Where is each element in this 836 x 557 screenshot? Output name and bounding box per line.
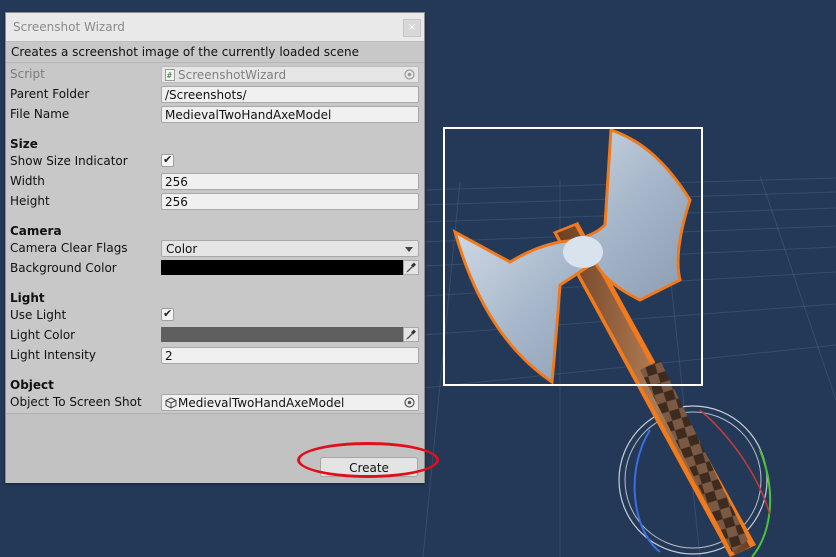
wizard-footer: Create bbox=[6, 413, 424, 483]
light-header: Light bbox=[10, 291, 45, 305]
eyedropper-icon bbox=[406, 329, 416, 340]
show-size-indicator-label: Show Size Indicator bbox=[10, 154, 128, 168]
checkmark-icon: ✔ bbox=[163, 153, 173, 166]
object-picker-icon[interactable] bbox=[404, 397, 415, 408]
light-color-swatch[interactable] bbox=[161, 327, 403, 342]
close-button[interactable]: × bbox=[403, 19, 421, 37]
background-color-swatch[interactable] bbox=[161, 260, 403, 275]
help-bar: Creates a screenshot image of the curren… bbox=[6, 42, 424, 63]
eyedropper-icon bbox=[406, 262, 416, 273]
object-to-screenshot-label: Object To Screen Shot bbox=[10, 395, 142, 409]
object-to-screenshot-row: Object To Screen Shot MedievalTwoHandAxe… bbox=[6, 393, 424, 413]
use-light-label: Use Light bbox=[10, 308, 67, 322]
help-text: Creates a screenshot image of the curren… bbox=[11, 45, 360, 59]
background-color-row: Background Color bbox=[6, 259, 424, 279]
inspector-panel: Script # ScreenshotWizard Parent Folder … bbox=[6, 63, 424, 413]
script-field: # ScreenshotWizard bbox=[161, 66, 419, 83]
height-value: 256 bbox=[165, 195, 188, 209]
show-size-indicator-row: Show Size Indicator ✔ bbox=[6, 152, 424, 172]
light-intensity-input[interactable]: 2 bbox=[161, 347, 419, 364]
file-name-value: MedievalTwoHandAxeModel bbox=[165, 108, 332, 122]
window-title: Screenshot Wizard bbox=[13, 20, 125, 34]
file-name-input[interactable]: MedievalTwoHandAxeModel bbox=[161, 106, 419, 123]
cube-icon bbox=[165, 397, 177, 409]
script-value: ScreenshotWizard bbox=[178, 68, 287, 82]
object-to-screenshot-value: MedievalTwoHandAxeModel bbox=[178, 396, 345, 410]
create-button[interactable]: Create bbox=[320, 457, 418, 477]
height-row: Height 256 bbox=[6, 192, 424, 212]
light-color-row: Light Color bbox=[6, 326, 424, 346]
background-color-label: Background Color bbox=[10, 261, 117, 275]
camera-clear-flags-label: Camera Clear Flags bbox=[10, 241, 128, 255]
parent-folder-row: Parent Folder /Screenshots/ bbox=[6, 85, 424, 105]
width-label: Width bbox=[10, 174, 45, 188]
light-intensity-row: Light Intensity 2 bbox=[6, 346, 424, 366]
window-titlebar[interactable]: Screenshot Wizard × bbox=[6, 13, 424, 42]
screenshot-wizard-window[interactable]: Screenshot Wizard × Creates a screenshot… bbox=[5, 12, 425, 483]
height-label: Height bbox=[10, 194, 50, 208]
camera-clear-flags-row: Camera Clear Flags Color bbox=[6, 239, 424, 259]
light-color-label: Light Color bbox=[10, 328, 76, 342]
camera-clear-flags-dropdown[interactable]: Color bbox=[161, 240, 419, 257]
camera-clear-flags-value: Color bbox=[166, 242, 198, 256]
script-file-icon: # bbox=[165, 69, 175, 81]
camera-header: Camera bbox=[10, 224, 62, 238]
parent-folder-label: Parent Folder bbox=[10, 87, 90, 101]
width-value: 256 bbox=[165, 175, 188, 189]
light-color-eyedropper[interactable] bbox=[403, 327, 419, 342]
light-intensity-value: 2 bbox=[165, 349, 173, 363]
size-header: Size bbox=[10, 137, 38, 151]
file-name-label: File Name bbox=[10, 107, 70, 121]
use-light-row: Use Light ✔ bbox=[6, 306, 424, 326]
background-color-eyedropper[interactable] bbox=[403, 260, 419, 275]
object-to-screenshot-field[interactable]: MedievalTwoHandAxeModel bbox=[161, 394, 419, 411]
script-label: Script bbox=[10, 67, 45, 81]
width-row: Width 256 bbox=[6, 172, 424, 192]
use-light-checkbox[interactable]: ✔ bbox=[161, 307, 174, 321]
width-input[interactable]: 256 bbox=[161, 173, 419, 190]
script-row: Script # ScreenshotWizard bbox=[6, 65, 424, 85]
light-intensity-label: Light Intensity bbox=[10, 348, 96, 362]
checkmark-icon: ✔ bbox=[163, 307, 173, 320]
show-size-indicator-checkbox[interactable]: ✔ bbox=[161, 153, 174, 167]
height-input[interactable]: 256 bbox=[161, 193, 419, 210]
file-name-row: File Name MedievalTwoHandAxeModel bbox=[6, 105, 424, 125]
parent-folder-value: /Screenshots/ bbox=[165, 88, 247, 102]
parent-folder-input[interactable]: /Screenshots/ bbox=[161, 86, 419, 103]
svg-text:#: # bbox=[167, 71, 172, 80]
chevron-down-icon bbox=[405, 247, 413, 252]
object-picker-icon bbox=[404, 69, 415, 80]
object-header: Object bbox=[10, 378, 54, 392]
